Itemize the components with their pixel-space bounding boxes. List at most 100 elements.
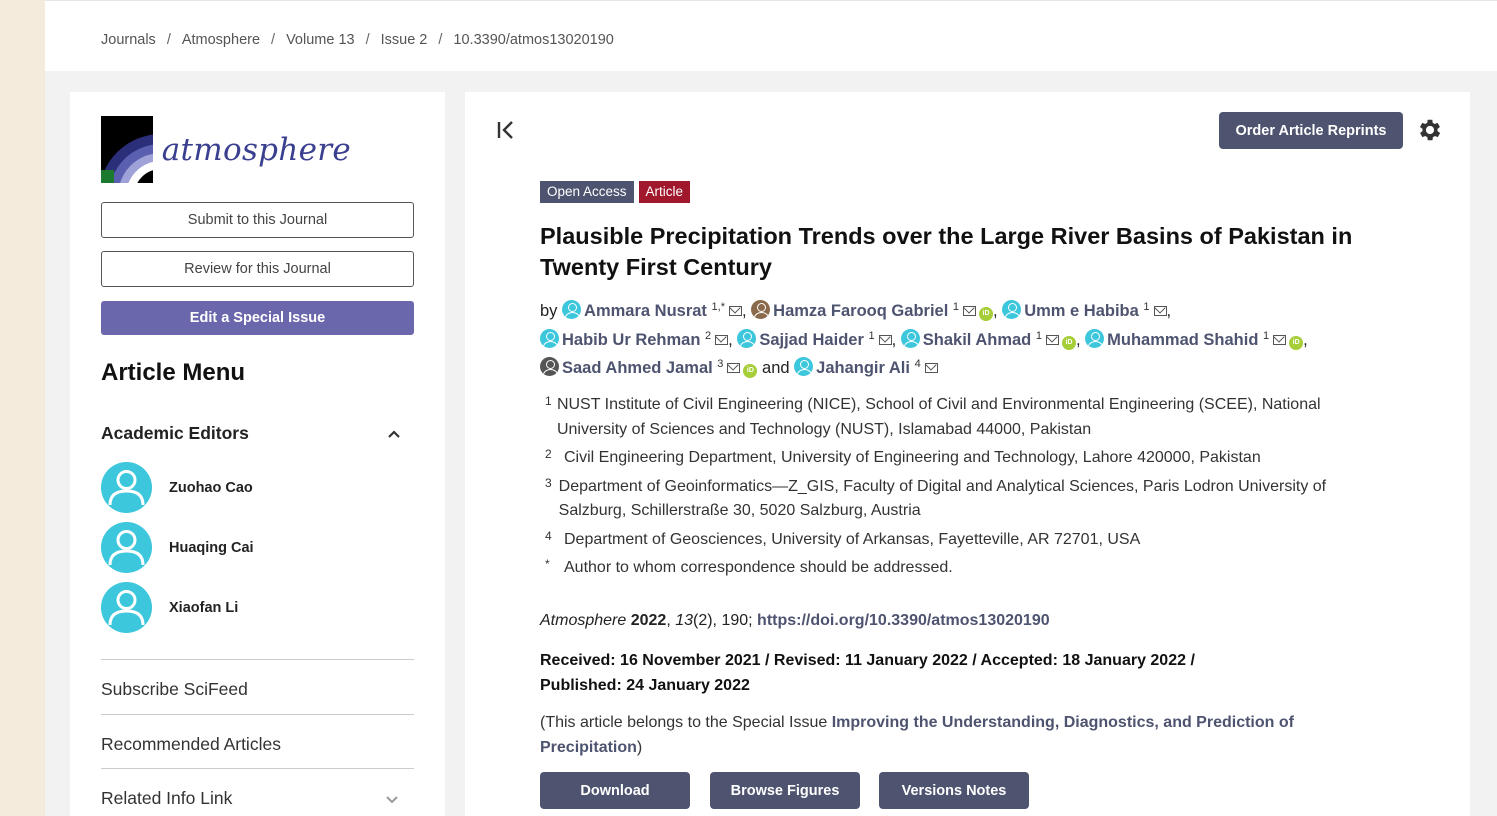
breadcrumb-journals[interactable]: Journals xyxy=(101,32,156,48)
breadcrumb-atmosphere[interactable]: Atmosphere xyxy=(182,32,260,48)
author-affiliation: 1 xyxy=(1143,301,1150,313)
affiliation-number: 4 xyxy=(545,528,552,543)
user-icon xyxy=(900,328,920,348)
editor-item[interactable]: Zuohao Cao xyxy=(101,462,253,513)
breadcrumb-volume[interactable]: Volume 13 xyxy=(286,32,355,48)
article-sidebar: atmosphere Submit to this Journal Review… xyxy=(70,92,445,816)
collapse-sidebar-icon[interactable] xyxy=(496,120,516,140)
affiliation-item: 3 Department of Geoinformatics—Z_GIS, Fac… xyxy=(545,475,1375,524)
author-link[interactable]: Jahangir Ali xyxy=(816,359,910,377)
orcid-icon[interactable]: iD xyxy=(1289,335,1304,350)
breadcrumb-issue[interactable]: Issue 2 xyxy=(381,32,428,48)
open-access-badge: Open Access xyxy=(540,181,634,203)
atmosphere-logo-mark xyxy=(101,116,153,183)
user-avatar-icon xyxy=(101,522,152,573)
related-info-link[interactable]: Related Info Link xyxy=(101,768,414,809)
breadcrumb-separator: / xyxy=(166,32,171,48)
email-icon[interactable] xyxy=(715,334,729,345)
author-link[interactable]: Ammara Nusrat xyxy=(584,302,707,320)
browse-figures-button[interactable]: Browse Figures xyxy=(710,772,860,809)
user-icon xyxy=(1002,300,1022,319)
author-affiliation: 1 xyxy=(952,301,960,313)
affiliation-item: * Author to whom correspondence should be… xyxy=(545,556,1375,581)
affiliation-item: 4 Department of Geosciences, University o… xyxy=(545,528,1375,553)
editor-item[interactable]: Huaqing Cai xyxy=(101,522,254,573)
affiliation-number: 3 xyxy=(545,475,552,490)
orcid-icon[interactable]: iD xyxy=(743,364,758,379)
author-affiliation: 3 xyxy=(717,358,724,371)
download-button[interactable]: Download xyxy=(540,772,690,809)
email-icon[interactable] xyxy=(727,363,741,374)
affiliation-number: 2 xyxy=(545,447,552,461)
affiliation-text: Department of Geosciences, University of… xyxy=(564,530,1141,548)
breadcrumb-separator: / xyxy=(271,32,276,48)
special-prefix: (This article belongs to the Special Iss… xyxy=(540,714,832,731)
related-info-label: Related Info Link xyxy=(101,788,233,808)
article-menu-heading: Article Menu xyxy=(101,359,246,386)
article-dates: Received: 16 November 2021 / Revised: 11… xyxy=(540,648,1260,698)
published-date: Published: 24 January 2022 xyxy=(540,677,750,694)
orcid-icon[interactable]: iD xyxy=(1061,335,1076,350)
gear-icon[interactable] xyxy=(1416,116,1444,144)
versions-notes-button[interactable]: Versions Notes xyxy=(879,772,1029,809)
citation-journal: Atmosphere xyxy=(540,612,627,629)
affiliation-text: NUST Institute of Civil Engineering (NIC… xyxy=(556,396,1321,438)
breadcrumb: Journals / Atmosphere / Volume 13 / Issue 2… xyxy=(101,32,614,48)
breadcrumb-separator: / xyxy=(365,32,370,48)
author-affiliation: 1 xyxy=(1263,329,1270,342)
breadcrumb-separator: / xyxy=(438,32,443,48)
user-icon xyxy=(737,328,757,348)
email-icon[interactable] xyxy=(1153,306,1167,316)
affiliation-list: 1 NUST Institute of Civil Engineering (NI… xyxy=(545,393,1375,585)
email-icon[interactable] xyxy=(924,363,938,374)
author-link[interactable]: Sajjad Haider xyxy=(759,331,864,349)
affiliation-item: 1 NUST Institute of Civil Engineering (NI… xyxy=(545,393,1375,442)
article-badges: Open Access Article xyxy=(540,181,691,203)
review-journal-button[interactable]: Review for this Journal xyxy=(101,251,414,287)
author-link[interactable]: Muhammad Shahid xyxy=(1107,331,1258,349)
user-icon xyxy=(540,328,559,348)
author-link[interactable]: Habib Ur Rehman xyxy=(562,331,700,349)
affiliation-number: 1 xyxy=(545,394,552,408)
editor-item[interactable]: Xiaofan Li xyxy=(101,582,238,633)
author-photo-icon xyxy=(751,300,771,319)
author-link[interactable]: Saad Ahmed Jamal xyxy=(562,359,713,377)
journal-logo[interactable]: atmosphere xyxy=(101,116,351,183)
author-photo-icon xyxy=(540,357,559,377)
article-type-badge: Article xyxy=(638,181,691,203)
academic-editors-toggle[interactable]: Academic Editors xyxy=(101,423,414,444)
author-affiliation: 4 xyxy=(914,358,921,371)
doi-link[interactable]: https://doi.org/10.3390/atmos13020190 xyxy=(757,612,1050,629)
affiliation-text: Civil Engineering Department, University… xyxy=(564,449,1261,466)
breadcrumb-doi[interactable]: 10.3390/atmos13020190 xyxy=(453,32,613,48)
email-icon[interactable] xyxy=(1045,334,1059,345)
citation-line: Atmosphere 2022, 13(2), 190; https://doi… xyxy=(540,612,1050,629)
email-icon[interactable] xyxy=(1273,334,1287,345)
email-icon[interactable] xyxy=(878,334,892,345)
submit-journal-button[interactable]: Submit to this Journal xyxy=(101,202,414,238)
edit-special-issue-button[interactable]: Edit a Special Issue xyxy=(101,301,414,335)
order-reprints-button[interactable]: Order Article Reprints xyxy=(1219,112,1403,149)
recommended-articles-link[interactable]: Recommended Articles xyxy=(101,714,414,755)
dates-line: Received: 16 November 2021 / Revised: 11… xyxy=(540,652,1195,669)
affiliation-text: Author to whom correspondence should be … xyxy=(564,559,953,576)
editor-name: Huaqing Cai xyxy=(169,539,254,556)
email-icon[interactable] xyxy=(963,306,977,316)
citation-volume: 13 xyxy=(675,612,693,629)
chevron-down-icon xyxy=(386,796,398,804)
author-link[interactable]: Hamza Farooq Gabriel xyxy=(773,302,948,320)
citation-year: 2022 xyxy=(630,612,667,629)
special-suffix: ) xyxy=(636,739,643,756)
subscribe-scifeed-link[interactable]: Subscribe SciFeed xyxy=(101,659,414,700)
journal-logo-text: atmosphere xyxy=(161,131,351,168)
author-link[interactable]: Shakil Ahmad xyxy=(923,331,1032,349)
and-label: and xyxy=(762,359,790,378)
recommended-articles-label: Recommended Articles xyxy=(101,734,281,754)
author-link[interactable]: Umm e Habiba xyxy=(1024,302,1139,320)
article-main: Order Article Reprints Open Access Artic… xyxy=(465,92,1470,816)
by-label: by xyxy=(540,302,558,320)
email-icon[interactable] xyxy=(728,306,742,316)
citation-issue-pages: (2), 190; xyxy=(693,612,753,629)
affiliation-item: 2 Civil Engineering Department, Universit… xyxy=(545,446,1375,471)
orcid-icon[interactable]: iD xyxy=(979,307,994,321)
